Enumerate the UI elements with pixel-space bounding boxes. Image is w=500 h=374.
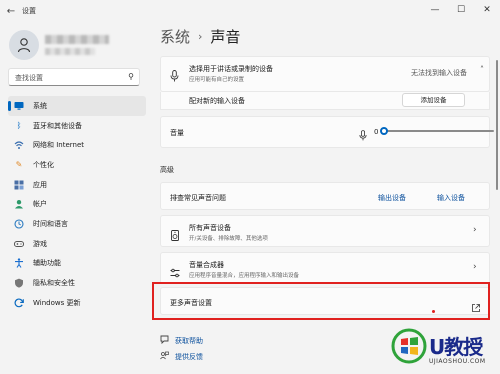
sidebar: 查找设置 ⚲ 系统 ᛒ 蓝牙和其他设备 网络和 Internet ✎ 个性化 应… (0, 22, 150, 374)
cursor-dot (432, 310, 435, 313)
search-placeholder: 查找设置 (15, 74, 43, 82)
add-device-button[interactable]: 添加设备 (402, 93, 465, 107)
window-controls: — ☐ ✕ (422, 0, 500, 22)
volume-value: 0 (374, 128, 379, 136)
sidebar-item-apps[interactable]: 应用 (8, 175, 146, 195)
sidebar-item-label: 隐私和安全性 (33, 279, 75, 288)
speaker-device-icon (171, 226, 179, 245)
blurred-email (45, 48, 95, 55)
sidebar-item-privacy[interactable]: 隐私和安全性 (8, 273, 146, 293)
pair-input-card: 配对新的输入设备 添加设备 (160, 92, 490, 110)
volume-mixer-card[interactable]: 音量合成器 应用程序音量混合，应用程序输入和输出设备 › (160, 252, 490, 284)
sidebar-item-label: 蓝牙和其他设备 (33, 121, 82, 130)
no-input-device-status: 无法找到输入设备 (411, 69, 467, 77)
feedback-icon (160, 351, 169, 362)
globe-clock-icon (14, 219, 24, 229)
sidebar-item-network[interactable]: 网络和 Internet (8, 135, 146, 155)
help-icon (160, 335, 169, 346)
choose-input-sub: 应用可能有自己的设置 (189, 77, 245, 83)
sidebar-item-label: 系统 (33, 101, 47, 110)
mixer-label: 音量合成器 (189, 261, 224, 269)
get-help-label: 获取帮助 (175, 336, 203, 345)
sidebar-item-bluetooth[interactable]: ᛒ 蓝牙和其他设备 (8, 116, 146, 136)
troubleshoot-card: 排查常见声音问题 输出设备 输入设备 (160, 182, 490, 210)
get-help-link[interactable]: 获取帮助 (160, 335, 203, 346)
brush-icon: ✎ (15, 159, 23, 169)
apps-icon (14, 180, 24, 190)
input-device-card[interactable]: 选择用于讲话或录制的设备 应用可能有自己的设置 无法找到输入设备 ˄ (160, 56, 490, 92)
search-input[interactable]: 查找设置 ⚲ (8, 68, 140, 86)
sidebar-item-gaming[interactable]: 游戏 (8, 234, 146, 254)
sidebar-item-label: 辅助功能 (33, 259, 61, 268)
breadcrumb-parent[interactable]: 系统 (160, 26, 190, 47)
sidebar-item-windows-update[interactable]: Windows 更新 (8, 293, 146, 313)
sidebar-item-label: 帐户 (33, 200, 47, 209)
advanced-heading: 高级 (160, 166, 174, 174)
chevron-up-icon[interactable]: ˄ (480, 65, 484, 74)
sidebar-item-label: Windows 更新 (33, 298, 81, 307)
avatar (9, 30, 39, 60)
app-title: 设置 (22, 7, 36, 15)
microphone-icon (170, 67, 179, 86)
person-icon (17, 38, 31, 53)
wifi-icon (14, 140, 24, 150)
watermark-brand: U教授 (429, 335, 483, 359)
close-button[interactable]: ✕ (474, 0, 500, 22)
all-sound-devices-card[interactable]: 所有声音设备 开/关设备、排除故障、其他选项 › (160, 215, 490, 247)
shield-icon (14, 278, 24, 288)
bluetooth-icon: ᛒ (16, 120, 22, 130)
minimize-button[interactable]: — (422, 0, 448, 22)
breadcrumb: 系统 › 声音 (160, 26, 240, 47)
sidebar-item-label: 时间和语言 (33, 219, 68, 228)
sidebar-item-label: 游戏 (33, 239, 47, 248)
accessibility-icon (14, 258, 24, 269)
sidebar-item-personalization[interactable]: ✎ 个性化 (8, 155, 146, 175)
sidebar-item-time-language[interactable]: 时间和语言 (8, 214, 146, 234)
watermark-logo (391, 328, 427, 364)
all-devices-label: 所有声音设备 (189, 224, 231, 232)
chevron-right-icon: › (473, 262, 477, 272)
feedback-label: 提供反馈 (175, 352, 203, 361)
choose-input-label: 选择用于讲话或录制的设备 (189, 65, 273, 73)
user-profile[interactable] (9, 30, 149, 60)
sidebar-item-system[interactable]: 系统 (8, 96, 146, 116)
back-arrow-icon[interactable]: ← (0, 6, 22, 17)
highlight-box (152, 282, 490, 320)
volume-label: 音量 (170, 129, 184, 137)
sidebar-item-label: 网络和 Internet (33, 141, 85, 150)
output-devices-link[interactable]: 输出设备 (378, 193, 406, 203)
monitor-icon (14, 101, 24, 111)
sidebar-nav: 系统 ᛒ 蓝牙和其他设备 网络和 Internet ✎ 个性化 应用 帐户 时间… (8, 96, 146, 313)
game-icon (14, 239, 24, 249)
feedback-link[interactable]: 提供反馈 (160, 351, 203, 362)
blurred-username (45, 35, 109, 44)
mixer-sub: 应用程序音量混合，应用程序输入和输出设备 (189, 273, 300, 279)
sidebar-item-label: 个性化 (33, 160, 54, 169)
all-devices-sub: 开/关设备、排除故障、其他选项 (189, 236, 268, 242)
scrollbar[interactable] (496, 60, 498, 190)
page-title: 声音 (210, 28, 241, 46)
microphone-icon (359, 126, 367, 145)
title-bar: ← 设置 — ☐ ✕ (0, 0, 500, 22)
sidebar-item-accounts[interactable]: 帐户 (8, 194, 146, 214)
mixer-icon (170, 263, 180, 282)
search-icon[interactable]: ⚲ (128, 72, 134, 81)
pair-input-label: 配对新的输入设备 (189, 97, 245, 105)
update-icon (14, 298, 24, 308)
volume-slider-track[interactable] (381, 130, 494, 132)
watermark: U教授 UJIAOSHOU.COM (391, 322, 499, 374)
sidebar-item-label: 应用 (33, 180, 47, 189)
maximize-button[interactable]: ☐ (448, 0, 474, 22)
troubleshoot-label: 排查常见声音问题 (170, 194, 226, 202)
sidebar-item-accessibility[interactable]: 辅助功能 (8, 254, 146, 274)
input-devices-link[interactable]: 输入设备 (437, 193, 465, 203)
volume-slider-thumb[interactable] (380, 127, 388, 135)
volume-card: 音量 0 (160, 116, 490, 148)
chevron-right-icon: › (473, 225, 477, 235)
watermark-url: UJIAOSHOU.COM (429, 358, 486, 365)
account-icon (14, 199, 24, 209)
chevron-right-icon: › (198, 30, 203, 43)
